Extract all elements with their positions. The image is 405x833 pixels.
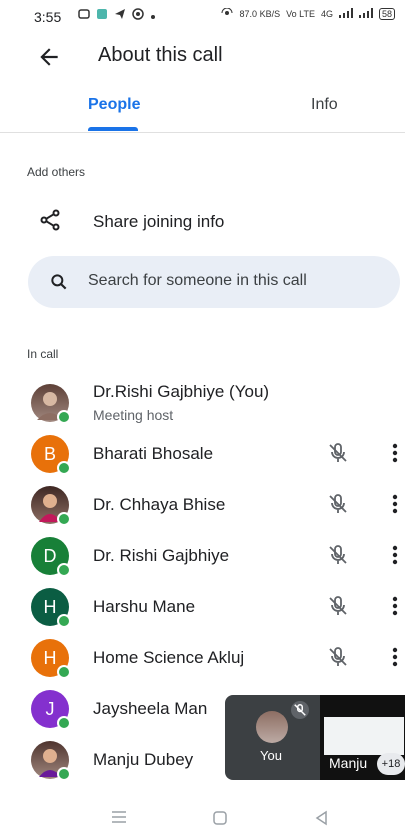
- share-joining-info-label: Share joining info: [93, 212, 225, 231]
- signal-icon-2: [358, 8, 373, 20]
- participant-role: Meeting host: [93, 407, 174, 423]
- more-options-icon[interactable]: [385, 543, 405, 567]
- dot-icon: [150, 7, 156, 25]
- self-avatar: [256, 711, 288, 743]
- hotspot-icon: [220, 7, 234, 20]
- search-icon: [49, 272, 69, 297]
- volte-indicator: Vo LTE: [286, 9, 315, 19]
- share-joining-info-button[interactable]: Share joining info: [0, 200, 405, 244]
- participant-row[interactable]: H Harshu Mane: [0, 583, 405, 633]
- app-bar: About this call: [0, 32, 405, 82]
- more-options-icon[interactable]: [385, 441, 405, 465]
- participant-row[interactable]: Dr. Chhaya Bhise: [0, 481, 405, 531]
- participant-name: Bharati Bhosale: [93, 444, 214, 463]
- tab-indicator: [88, 127, 138, 131]
- network-type: 4G: [320, 9, 333, 19]
- picture-in-picture-window[interactable]: You Manju +18: [225, 695, 405, 780]
- avatar: J: [31, 690, 71, 730]
- chrome-icon: [132, 7, 144, 25]
- self-mic-off-icon: [291, 701, 309, 719]
- participant-name: Dr. Rishi Gajbhiye: [93, 546, 230, 565]
- app-icon: [96, 7, 108, 25]
- in-call-label: In call: [27, 347, 59, 361]
- mic-off-icon: [326, 543, 350, 567]
- tab-people[interactable]: People: [88, 96, 140, 114]
- mic-off-icon: [326, 594, 350, 618]
- page-title: About this call: [98, 44, 223, 66]
- participant-name: Dr.Rishi Gajbhiye (You): [93, 382, 270, 401]
- network-speed: 87.0 KB/S: [239, 9, 281, 19]
- tab-info[interactable]: Info: [311, 96, 338, 114]
- more-options-icon[interactable]: [385, 594, 405, 618]
- participant-name: Jaysheela Man: [93, 699, 208, 718]
- participant-name: Harshu Mane: [93, 597, 196, 616]
- arrow-back-icon: [40, 48, 58, 66]
- home-nav-icon[interactable]: [212, 810, 228, 831]
- battery-icon: 58: [378, 8, 395, 20]
- share-icon: [38, 208, 62, 237]
- participant-name: Dr. Chhaya Bhise: [93, 495, 226, 514]
- telegram-icon: [114, 7, 126, 25]
- status-bar: 3:55 87.0 KB/S Vo LTE 4G 58: [0, 0, 405, 32]
- add-others-label: Add others: [27, 165, 86, 179]
- participant-row[interactable]: H Home Science Akluj: [0, 634, 405, 684]
- notification-icon: [78, 7, 90, 25]
- more-options-icon[interactable]: [385, 492, 405, 516]
- signal-icon: [338, 8, 353, 20]
- participant-row[interactable]: Dr.Rishi Gajbhiye (You) Meeting host: [0, 378, 405, 428]
- participant-name: Manju Dubey: [93, 750, 194, 769]
- avatar: [31, 741, 71, 781]
- mic-off-icon: [326, 441, 350, 465]
- avatar: H: [31, 639, 71, 679]
- self-label: You: [260, 748, 282, 763]
- back-nav-icon[interactable]: [313, 810, 329, 831]
- system-nav-bar: [0, 800, 405, 833]
- back-button[interactable]: [36, 44, 62, 70]
- search-placeholder: Search for someone in this call: [88, 272, 307, 289]
- mic-off-icon: [326, 645, 350, 669]
- mic-off-icon: [326, 492, 350, 516]
- avatar: H: [31, 588, 71, 628]
- status-time: 3:55: [34, 9, 62, 25]
- more-options-icon[interactable]: [385, 645, 405, 669]
- participant-row[interactable]: D Dr. Rishi Gajbhiye: [0, 532, 405, 582]
- avatar: D: [31, 537, 71, 577]
- avatar: [31, 384, 71, 424]
- participant-name: Home Science Akluj: [93, 648, 245, 667]
- avatar: [31, 486, 71, 526]
- menu-nav-icon[interactable]: [110, 810, 128, 829]
- remote-label: Manju: [329, 755, 368, 771]
- more-participants-badge: +18: [377, 753, 405, 775]
- participant-row[interactable]: B Bharati Bhosale: [0, 430, 405, 480]
- avatar: B: [31, 435, 71, 475]
- search-participants-input[interactable]: Search for someone in this call: [28, 256, 400, 308]
- tab-bar: People Info: [0, 88, 405, 133]
